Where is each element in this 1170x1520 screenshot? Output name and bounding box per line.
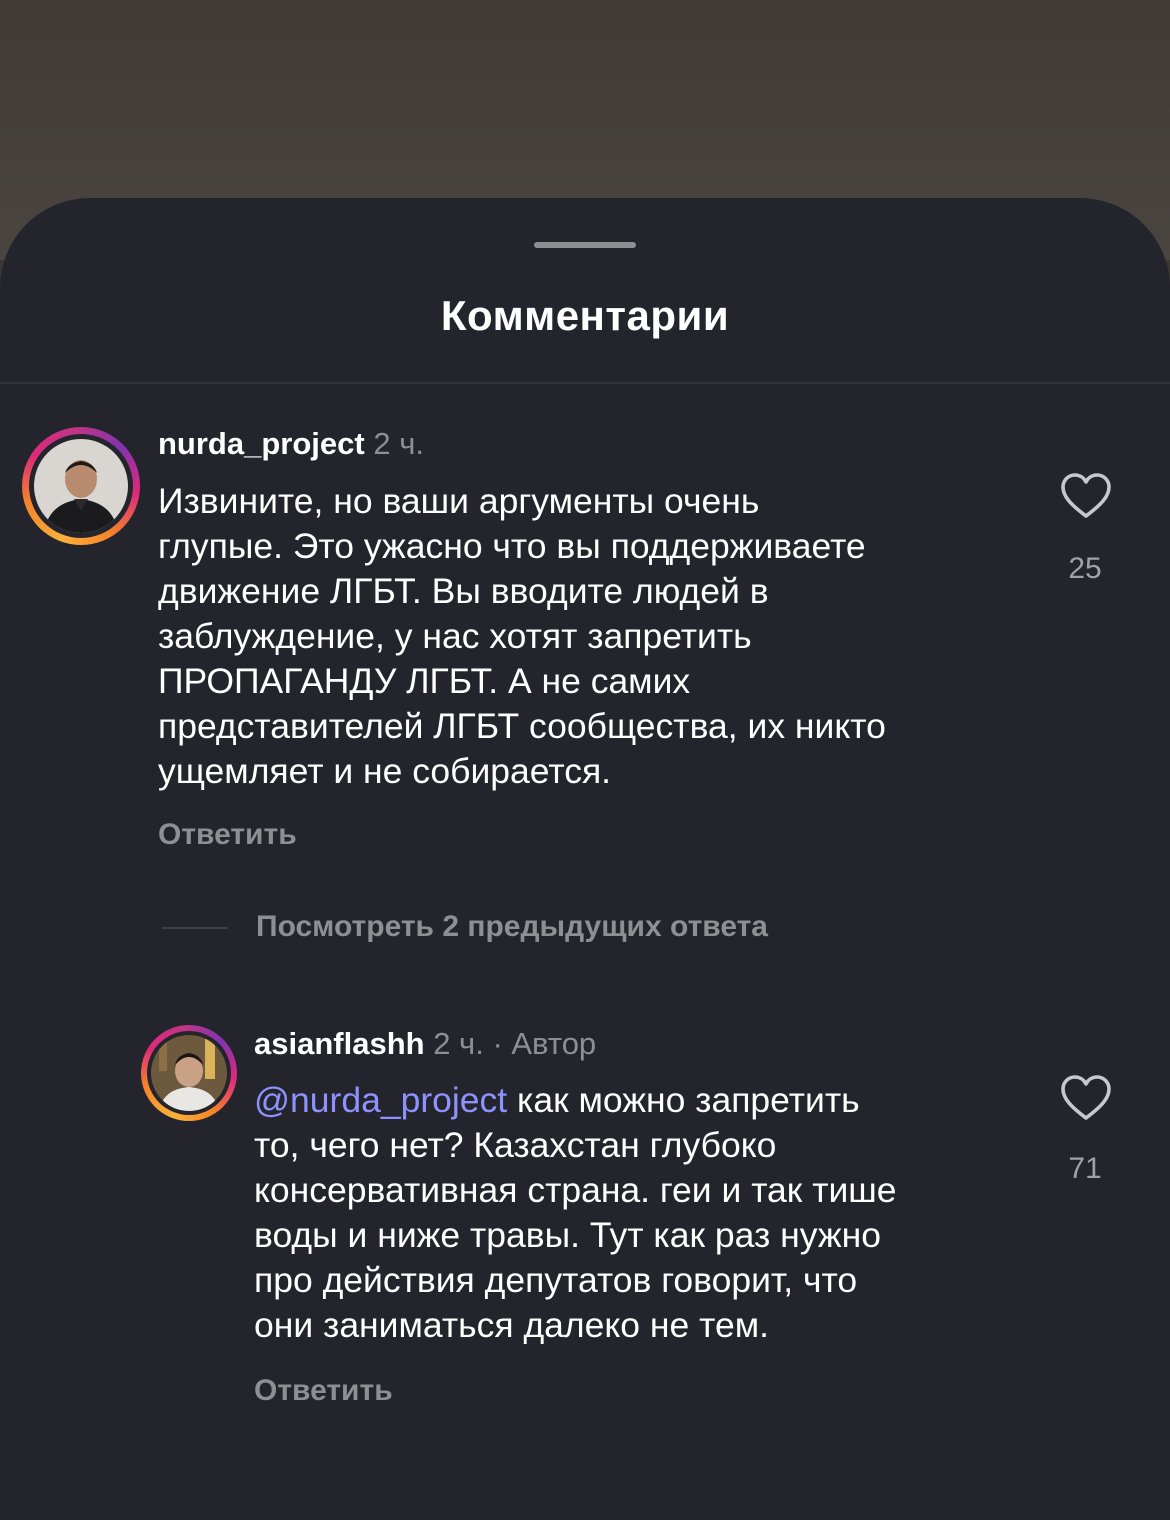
comment-line: то, чего нет? Казахстан глубоко: [254, 1125, 777, 1165]
comment-header: nurda_project 2 ч.: [158, 426, 424, 462]
comment-line: представителей ЛГБТ сообщества, их никто: [158, 706, 886, 746]
like-count: 71: [1068, 1152, 1102, 1185]
sheet-title: Комментарии: [440, 292, 730, 339]
comment-line: движение ЛГБТ. Вы вводите людей в: [158, 571, 769, 611]
username[interactable]: asianflashh: [254, 1026, 425, 1061]
avatar[interactable]: [22, 427, 140, 545]
author-badge: · Автор: [492, 1026, 597, 1061]
comment-text: Извините, но ваши аргументы очень глупые…: [158, 479, 886, 794]
mention-link[interactable]: @nurda_project: [254, 1080, 507, 1120]
comment-line: консервативная страна. геи и так тише: [254, 1170, 897, 1210]
comment-line: они заниматься далеко не тем.: [254, 1305, 769, 1345]
avatar-photo: [34, 439, 128, 533]
comment-line: ПРОПАГАНДУ ЛГБТ. А не самих: [158, 661, 691, 701]
replies-divider-line: [162, 927, 228, 929]
comment-line: глупые. Это ужасно что вы поддерживаете: [158, 526, 866, 566]
comment-line: @nurda_project как можно запретить: [254, 1078, 897, 1123]
timestamp: 2 ч.: [433, 1026, 484, 1061]
comment-text: @nurda_project как можно запретить то, ч…: [254, 1078, 897, 1348]
comment-line: Извините, но ваши аргументы очень: [158, 481, 760, 521]
comment-header: asianflashh 2 ч. · Автор: [254, 1026, 596, 1062]
view-previous-replies-button[interactable]: Посмотреть 2 предыдущих ответа: [256, 910, 768, 944]
heart-outline-icon[interactable]: [1060, 1074, 1112, 1122]
like-count: 25: [1068, 552, 1102, 585]
avatar[interactable]: [141, 1025, 237, 1121]
comment-line: воды и ниже травы. Тут как раз нужно: [254, 1215, 881, 1255]
timestamp: 2 ч.: [373, 426, 424, 461]
heart-outline-icon[interactable]: [1060, 472, 1112, 520]
comment-line: заблуждение, у нас хотят запретить: [158, 616, 752, 656]
header-divider: [0, 382, 1170, 384]
comment-line: про действия депутатов говорит, что: [254, 1260, 858, 1300]
comment-line-rest: как можно запретить: [517, 1080, 860, 1120]
username[interactable]: nurda_project: [158, 426, 365, 461]
reply-button[interactable]: Ответить: [158, 818, 297, 852]
avatar-photo: [151, 1035, 227, 1111]
comments-sheet: Комментарии nurda_project 2 ч. Извините,…: [0, 198, 1170, 1520]
drag-handle[interactable]: [534, 242, 636, 248]
reply-button[interactable]: Ответить: [254, 1374, 393, 1408]
comment-line: ущемляет и не собирается.: [158, 751, 612, 791]
